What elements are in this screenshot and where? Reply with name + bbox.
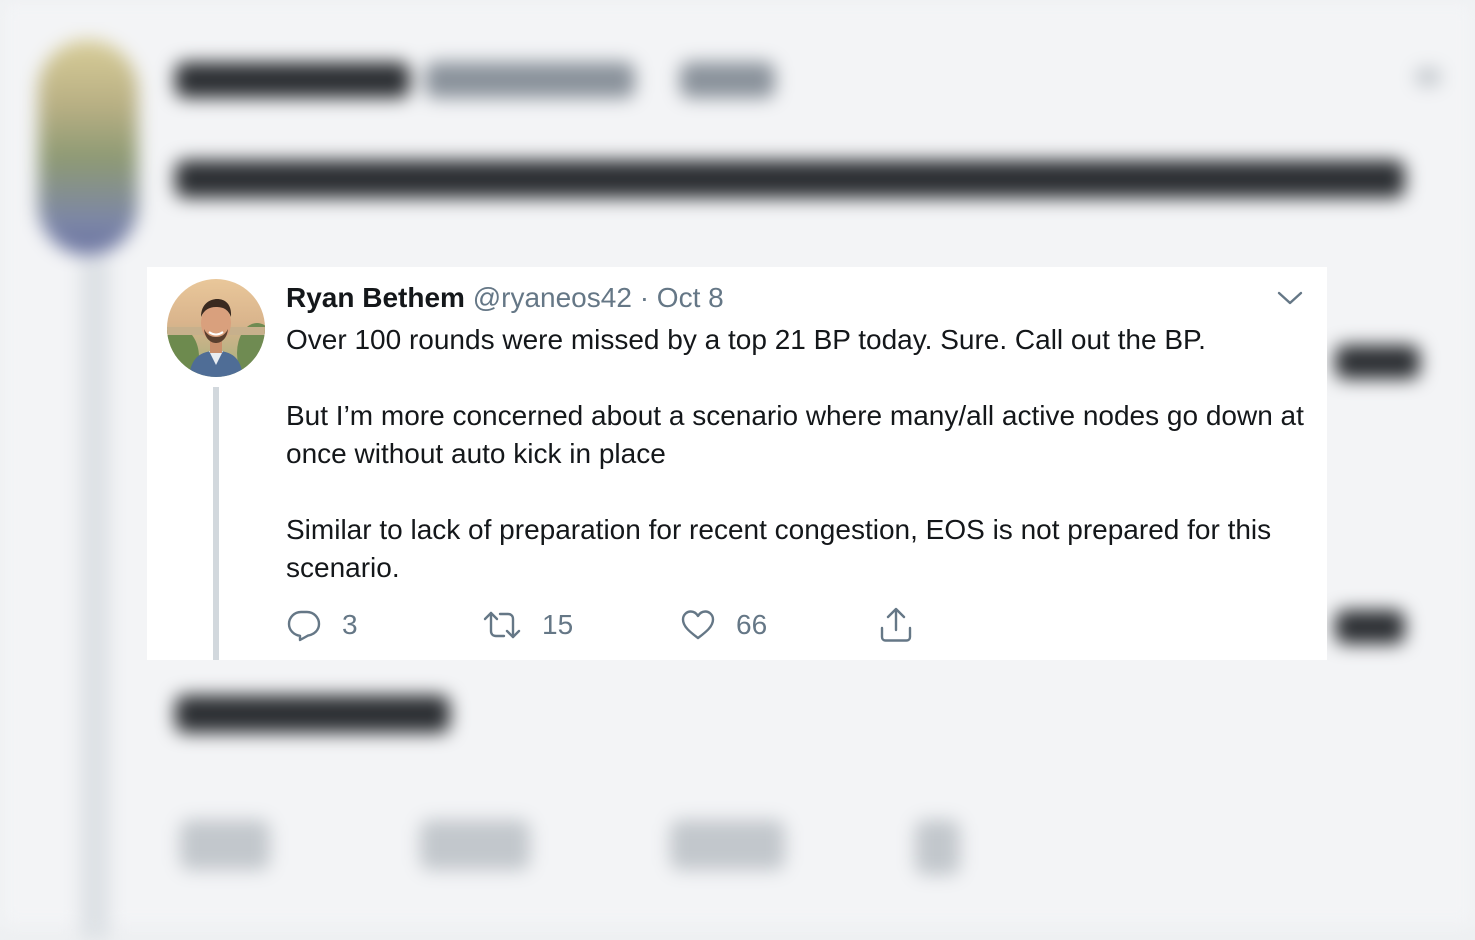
reply-count: 3 bbox=[342, 609, 358, 640]
blurred-avatar bbox=[38, 40, 138, 255]
display-name[interactable]: Ryan Bethem bbox=[286, 282, 465, 313]
retweet-icon bbox=[483, 611, 521, 639]
blurred-action bbox=[915, 820, 960, 875]
blurred-handle bbox=[425, 62, 635, 98]
reply-button[interactable]: 3 bbox=[286, 603, 358, 647]
share-icon bbox=[880, 607, 912, 642]
tweet-card[interactable]: Ryan Bethem @ryaneos42 · Oct 8 Over 100 … bbox=[147, 267, 1327, 660]
tweet-actions: 3 15 66 bbox=[286, 603, 986, 647]
separator-dot: · bbox=[639, 282, 650, 313]
blurred-text-line bbox=[175, 160, 1405, 198]
avatar[interactable] bbox=[167, 279, 265, 377]
chevron-down-icon[interactable] bbox=[1277, 289, 1303, 307]
blurred-thread-line bbox=[80, 260, 110, 940]
tweet-text: Over 100 rounds were missed by a top 21 … bbox=[286, 321, 1306, 625]
like-count: 66 bbox=[736, 609, 768, 640]
tweet-paragraph: But I’m more concerned about a scenario … bbox=[286, 400, 1304, 469]
retweet-count: 15 bbox=[542, 609, 574, 640]
share-button[interactable] bbox=[878, 603, 914, 647]
user-handle[interactable]: @ryaneos42 bbox=[473, 282, 632, 313]
retweet-button[interactable]: 15 bbox=[482, 603, 573, 647]
reply-icon bbox=[287, 610, 321, 642]
blurred-date bbox=[680, 62, 775, 98]
tweet-header: Ryan Bethem @ryaneos42 · Oct 8 bbox=[286, 279, 724, 319]
tweet-paragraph: Over 100 rounds were missed by a top 21 … bbox=[286, 324, 1206, 355]
blurred-text-line bbox=[1335, 345, 1420, 379]
blurred-action bbox=[670, 820, 785, 870]
blurred-action bbox=[420, 820, 530, 870]
thread-line bbox=[213, 387, 219, 660]
tweet-date[interactable]: Oct 8 bbox=[657, 282, 724, 313]
tweet-paragraph: Similar to lack of preparation for recen… bbox=[286, 514, 1272, 583]
like-button[interactable]: 66 bbox=[680, 603, 767, 647]
blurred-chevron bbox=[1415, 68, 1441, 86]
blurred-text-line bbox=[175, 695, 450, 733]
blurred-text-line bbox=[1335, 610, 1405, 644]
blurred-display-name bbox=[175, 62, 410, 98]
blurred-action bbox=[180, 820, 270, 870]
heart-icon bbox=[681, 610, 715, 640]
avatar-photo bbox=[167, 279, 265, 377]
